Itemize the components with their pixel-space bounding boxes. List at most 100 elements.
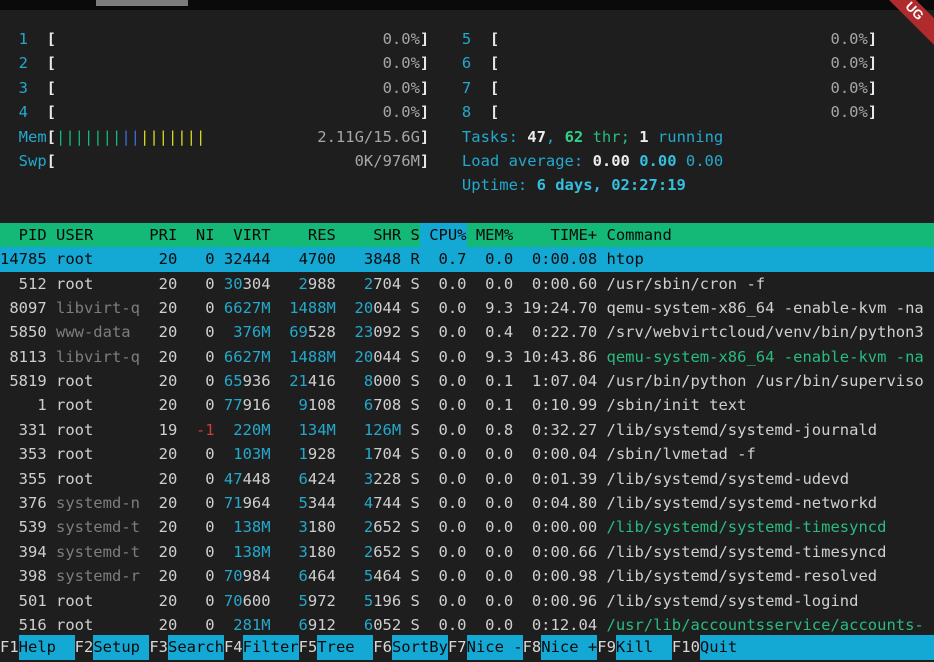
- process-row-selected[interactable]: 14785root2003244447003848R0.70.00:00.08h…: [0, 247, 934, 271]
- cell-res-lo: 344: [308, 494, 336, 512]
- column-header-s[interactable]: S: [401, 223, 420, 247]
- column-header-ni[interactable]: NI: [177, 223, 214, 247]
- cell-cpu: 0.0: [420, 613, 467, 637]
- cpu-meter-label: 3: [19, 76, 47, 100]
- process-row[interactable]: 501root2007060059725196S0.00.00:00.96/li…: [0, 589, 934, 613]
- meter-bracket-close: ]: [868, 51, 877, 75]
- terminal[interactable]: 1[0.0%]2[0.0%]3[0.0%]4[0.0%] Mem[|||||||…: [0, 10, 934, 662]
- cpu-meter-value: 0.0%: [383, 76, 420, 100]
- fn-f6-sortby[interactable]: F6SortBy: [373, 635, 448, 660]
- load-5min: 0.00: [630, 152, 677, 170]
- fn-f9-kill[interactable]: F9Kill: [597, 635, 672, 660]
- cell-virt-lo: 304: [243, 275, 271, 293]
- cell-res: 2988: [271, 272, 336, 296]
- cell-res-hi: 2: [299, 275, 308, 293]
- cpu-meter-value: 0.0%: [383, 100, 420, 124]
- cell-pri: 20: [140, 589, 177, 613]
- cell-pid: 8097: [0, 296, 47, 320]
- process-row[interactable]: 516root200281M69126052S0.00.00:12.04/usr…: [0, 613, 934, 637]
- column-header-res[interactable]: RES: [271, 223, 336, 247]
- cell-virt-hi: 6627M: [224, 348, 271, 366]
- cell-state: S: [401, 272, 420, 296]
- cell-virt: 220M: [215, 418, 271, 442]
- fn-f2-setup[interactable]: F2Setup: [75, 635, 150, 660]
- meter-bracket-open: [: [47, 76, 56, 100]
- cell-virt-hi: 220M: [233, 421, 270, 439]
- cell-res-hi: 3: [299, 543, 308, 561]
- meter-bracket-close: ]: [420, 100, 429, 124]
- cell-pri: 20: [140, 320, 177, 344]
- cell-user: root: [47, 393, 140, 417]
- process-row[interactable]: 1root2007791691086708S0.00.10:10.99/sbin…: [0, 393, 934, 417]
- process-row[interactable]: 512root2003030429882704S0.00.00:00.60/us…: [0, 272, 934, 296]
- process-row[interactable]: 398systemd-r2007098464645464S0.00.00:00.…: [0, 564, 934, 588]
- cell-pid: 512: [0, 272, 47, 296]
- cpu-meter-value: 0.0%: [383, 51, 420, 75]
- column-header-pid[interactable]: PID: [0, 223, 47, 247]
- cell-res-lo: 528: [308, 323, 336, 341]
- cell-res: 5344: [271, 491, 336, 515]
- cell-shr-hi: 5: [364, 567, 373, 585]
- cell-mem: 0.4: [467, 320, 514, 344]
- fn-f5-tree[interactable]: F5Tree: [299, 635, 374, 660]
- cell-mem: 0.0: [467, 540, 514, 564]
- column-header-user[interactable]: USER: [47, 223, 140, 247]
- cell-state: S: [401, 589, 420, 613]
- cell-shr-lo: 092: [373, 323, 401, 341]
- cell-cpu: 0.0: [420, 320, 467, 344]
- process-row[interactable]: 353root200103M19281704S0.00.00:00.04/sbi…: [0, 442, 934, 466]
- cell-cpu: 0.0: [420, 442, 467, 466]
- load-15min: 0.00: [677, 152, 724, 170]
- cell-pri: 20: [140, 564, 177, 588]
- cpu-meter-6: 6[0.0%]: [462, 51, 877, 75]
- column-header-mem[interactable]: MEM%: [467, 223, 514, 247]
- cell-pri: 20: [140, 491, 177, 515]
- column-header-cpu[interactable]: CPU%: [420, 223, 467, 247]
- fn-label: Quit: [700, 635, 934, 660]
- cell-shr-hi: 2: [364, 518, 373, 536]
- cell-command: /lib/systemd/systemd-udevd: [597, 467, 934, 491]
- process-row[interactable]: 8097libvirt-q2006627M1488M20044S0.09.319…: [0, 296, 934, 320]
- memory-meter-value: 2.11G/15.6G: [317, 125, 420, 149]
- column-header-pri[interactable]: PRI: [140, 223, 177, 247]
- fn-f7-nice[interactable]: F7Nice -: [448, 635, 523, 660]
- column-header-virt[interactable]: VIRT: [215, 223, 271, 247]
- meter-bracket-open: [: [490, 51, 499, 75]
- fn-f10-quit[interactable]: F10Quit: [672, 635, 934, 660]
- cell-command: /lib/systemd/systemd-networkd: [597, 491, 934, 515]
- process-row[interactable]: 331root19-1220M134M126MS0.00.80:32.27/li…: [0, 418, 934, 442]
- cell-shr-lo: 228: [373, 470, 401, 488]
- cell-mem: 0.0: [467, 247, 514, 271]
- meter-bracket-open: [: [490, 27, 499, 51]
- process-row[interactable]: 539systemd-t200138M31802652S0.00.00:00.0…: [0, 515, 934, 539]
- cell-shr: 20044: [336, 296, 401, 320]
- process-row[interactable]: 376systemd-n2007196453444744S0.00.00:04.…: [0, 491, 934, 515]
- meters-panel: 1[0.0%]2[0.0%]3[0.0%]4[0.0%] Mem[|||||||…: [0, 10, 934, 198]
- cell-mem: 0.1: [467, 369, 514, 393]
- cell-shr-hi: 3: [364, 470, 373, 488]
- process-row[interactable]: 355root2004744864243228S0.00.00:01.39/li…: [0, 467, 934, 491]
- process-row[interactable]: 8113libvirt-q2006627M1488M20044S0.09.310…: [0, 345, 934, 369]
- threads-count: 62: [565, 128, 584, 146]
- cell-cpu: 0.0: [420, 418, 467, 442]
- process-row[interactable]: 5819root20065936214168000S0.00.11:07.04/…: [0, 369, 934, 393]
- cell-res: 69528: [271, 320, 336, 344]
- process-row[interactable]: 5850www-data200376M6952823092S0.00.40:22…: [0, 320, 934, 344]
- cell-shr-hi: 6: [364, 396, 373, 414]
- fn-f1-help[interactable]: F1Help: [0, 635, 75, 660]
- cell-command: /usr/lib/accountsservice/accounts-: [597, 613, 934, 637]
- fn-f8-nice[interactable]: F8Nice +: [523, 635, 598, 660]
- fn-f4-filter[interactable]: F4Filter: [224, 635, 299, 660]
- process-row[interactable]: 394systemd-t200138M31802652S0.00.00:00.6…: [0, 540, 934, 564]
- cell-pid: 5850: [0, 320, 47, 344]
- fn-f3-search[interactable]: F3Search: [149, 635, 224, 660]
- cell-shr: 8000: [336, 369, 401, 393]
- tasks-label: Tasks:: [462, 128, 527, 146]
- column-header-cmd[interactable]: Command: [597, 223, 934, 247]
- cell-state: S: [401, 564, 420, 588]
- column-header-time[interactable]: TIME+: [513, 223, 597, 247]
- column-header-shr[interactable]: SHR: [336, 223, 401, 247]
- cell-time: 0:00.60: [513, 272, 597, 296]
- cell-res-hi: 1: [299, 445, 308, 463]
- cell-virt-lo: 964: [243, 494, 271, 512]
